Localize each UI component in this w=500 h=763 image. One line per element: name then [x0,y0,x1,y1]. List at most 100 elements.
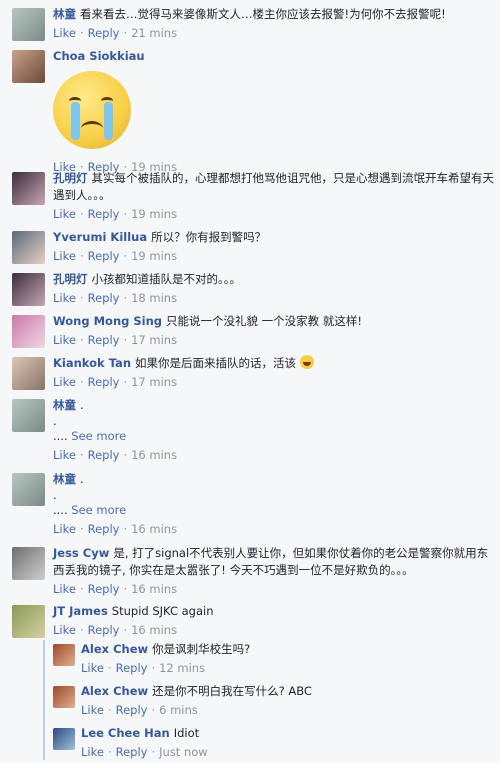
comment-actions: Like · Reply · 16 mins [53,522,178,536]
avatar[interactable] [12,473,45,506]
reply-button[interactable]: Reply [88,333,120,347]
comment-text: 如果你是后面来插队的话，活该 [135,356,297,370]
reply-time[interactable]: 12 mins [159,661,205,675]
comment-time[interactable]: 16 mins [131,522,177,536]
avatar[interactable] [12,231,45,264]
comment-time[interactable]: 19 mins [131,249,177,263]
reply-button[interactable]: Reply [88,249,120,263]
like-button[interactable]: Like [53,448,76,462]
comment-text: Stupid SJKC again [111,604,214,618]
avatar[interactable] [12,172,45,205]
reply-text: 你是讽刺华校生吗? [152,642,251,656]
comment-author[interactable]: Jess Cyw [53,546,109,560]
comment-author[interactable]: Kiankok Tan [53,356,131,370]
avatar[interactable] [12,399,45,432]
reply-button[interactable]: Reply [88,26,120,40]
comment-author[interactable]: 孔明灯 [53,171,88,185]
reply-author[interactable]: Alex Chew [81,642,148,656]
avatar[interactable] [12,8,45,41]
comment-actions: Like · Reply · 16 mins [53,582,178,596]
see-more-link[interactable]: See more [71,429,126,443]
like-button[interactable]: Like [81,661,104,675]
laughing-emoji-icon [299,355,314,369]
like-button[interactable]: Like [53,333,76,347]
comment-text-line: . [53,488,57,502]
reply-button[interactable]: Reply [88,582,120,596]
comment-actions: Like · Reply · 16 mins [53,623,178,637]
like-button[interactable]: Like [53,291,76,305]
reply-button[interactable]: Reply [88,522,120,536]
reply-actions: Like · Reply · Just now [81,745,208,759]
comment-author[interactable]: 林童 [53,7,76,21]
reply-actions: Like · Reply · 12 mins [81,661,206,675]
comment-text: 小孩都知道插队是不对的。。。 [91,272,242,286]
comment-time[interactable]: 16 mins [131,448,177,462]
comment-actions: Like · Reply · 17 mins [53,375,178,389]
like-button[interactable]: Like [81,745,104,759]
comment-author[interactable]: JT James [53,604,108,618]
comment-actions: Like · Reply · 21 mins [53,26,178,40]
reply-text: Idiot [173,726,200,740]
comment-actions: Like · Reply · 18 mins [53,291,178,305]
comment-text: 是, 打了signal不代表别人要让你，但如果你仗着你的老公是警察你就用东西丢我… [53,546,489,577]
comment-text: 只能说一个没礼貌 一个没家教 就这样! [166,314,362,328]
like-button[interactable]: Like [81,703,104,717]
comment-author[interactable]: 林童 [53,472,76,486]
reply-time[interactable]: Just now [159,745,208,759]
comment-time[interactable]: 17 mins [131,375,177,389]
like-button[interactable]: Like [53,26,76,40]
like-button[interactable]: Like [53,522,76,536]
reply-button[interactable]: Reply [88,375,120,389]
reply-thread-line [43,640,45,760]
comment-actions: Like · Reply · 19 mins [53,207,178,221]
reply-actions: Like · Reply · 6 mins [81,703,198,717]
crying-face-sticker [53,71,131,149]
like-button[interactable]: Like [53,582,76,596]
avatar[interactable] [12,315,45,348]
comment-time[interactable]: 16 mins [131,582,177,596]
comment-actions: Like · Reply · 17 mins [53,333,178,347]
reply-author[interactable]: Alex Chew [81,684,148,698]
comment-text: 看来看去…觉得马来婆像斯文人…楼主你应该去报警!为何你不去报警呢! [80,7,446,21]
comment-thread: 林童 看来看去…觉得马来婆像斯文人…楼主你应该去报警!为何你不去报警呢! Like… [0,0,500,763]
reply-text: 还是你不明白我在写什么? ABC [152,684,312,698]
reply-button[interactable]: Reply [88,291,120,305]
avatar[interactable] [12,357,45,390]
like-button[interactable]: Like [53,207,76,221]
avatar[interactable] [53,644,75,666]
comment-time[interactable]: 19 mins [131,207,177,221]
reply-button[interactable]: Reply [88,207,120,221]
comment-author[interactable]: Wong Mong Sing [53,314,162,328]
reply-button[interactable]: Reply [88,448,120,462]
reply-button[interactable]: Reply [88,623,120,637]
comment-author[interactable]: Yverumi Killua [53,230,147,244]
comment-actions: Like · Reply · 16 mins [53,448,178,462]
avatar[interactable] [12,50,45,83]
reply-button[interactable]: Reply [116,745,148,759]
like-button[interactable]: Like [53,375,76,389]
comment-time[interactable]: 21 mins [131,26,177,40]
avatar[interactable] [12,605,45,638]
comment-text: . [80,398,84,412]
avatar[interactable] [53,728,75,750]
comment-text-line: . [53,414,57,428]
reply-button[interactable]: Reply [116,703,148,717]
reply-author[interactable]: Lee Chee Han [81,726,170,740]
comment-author[interactable]: 林童 [53,398,76,412]
like-button[interactable]: Like [53,623,76,637]
avatar[interactable] [12,273,45,306]
like-button[interactable]: Like [53,249,76,263]
see-more-link[interactable]: See more [71,503,126,517]
avatar[interactable] [53,686,75,708]
reply-time[interactable]: 6 mins [159,703,198,717]
reply-button[interactable]: Reply [116,661,148,675]
comment-text: 其实每个被插队的，心理都想打他骂他诅咒他，只是心想遇到流氓开车希望有天遇到人。。… [53,171,494,202]
comment-time[interactable]: 18 mins [131,291,177,305]
comment-author[interactable]: Choa Siokkiau [53,49,145,63]
comment-text: 所以？你有报到警吗？ [151,230,267,244]
comment-time[interactable]: 16 mins [131,623,177,637]
comment-time[interactable]: 17 mins [131,333,177,347]
comment-author[interactable]: 孔明灯 [53,272,88,286]
comment-actions: Like · Reply · 19 mins [53,249,178,263]
avatar[interactable] [12,547,45,580]
